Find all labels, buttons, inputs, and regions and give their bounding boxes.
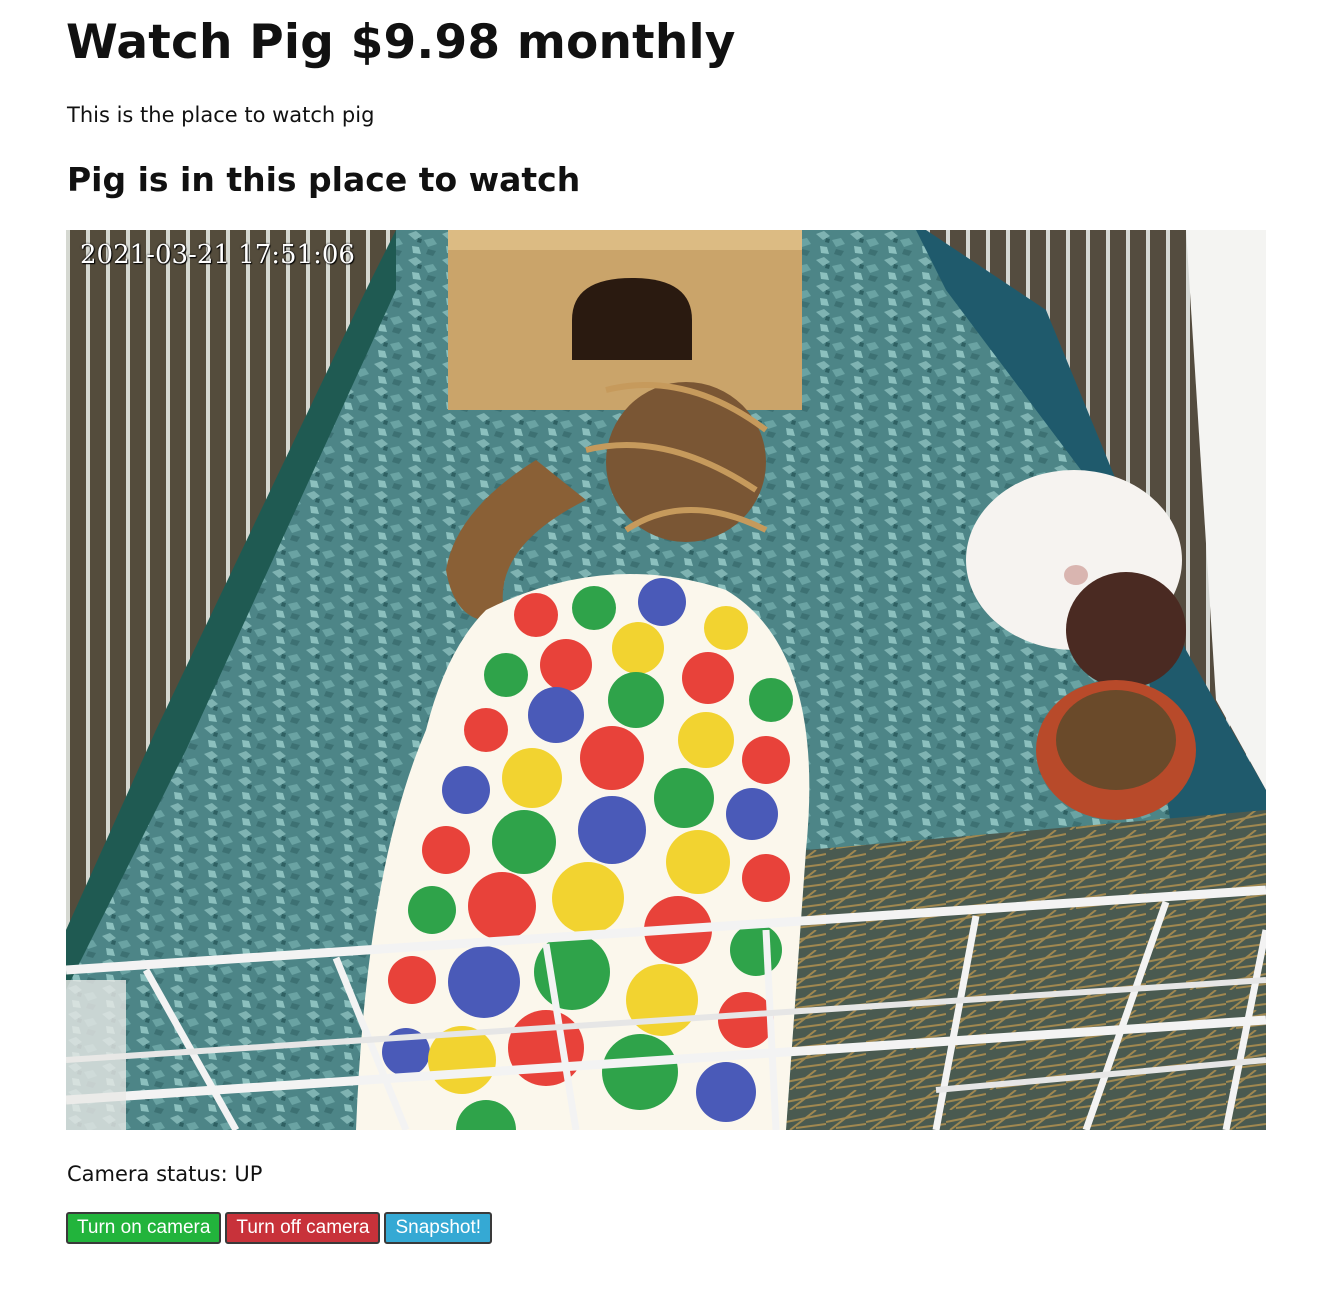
camera-feed: 2021-03-21 17:51:06: [66, 230, 1266, 1130]
camera-status-value: UP: [234, 1162, 263, 1186]
snapshot-button[interactable]: Snapshot!: [384, 1212, 493, 1244]
camera-status-label: Camera status:: [67, 1162, 228, 1186]
camera-section-heading: Pig is in this place to watch: [67, 160, 581, 199]
page-tagline: This is the place to watch pig: [67, 103, 375, 127]
camera-status: Camera status: UP: [67, 1160, 262, 1188]
camera-image: [66, 230, 1266, 1130]
camera-controls: Turn on camera Turn off camera Snapshot!: [66, 1212, 496, 1244]
turn-on-camera-button[interactable]: Turn on camera: [66, 1212, 222, 1244]
camera-timestamp: 2021-03-21 17:51:06: [80, 240, 355, 270]
page-title: Watch Pig $9.98 monthly: [66, 15, 736, 70]
turn-off-camera-button[interactable]: Turn off camera: [225, 1212, 381, 1244]
